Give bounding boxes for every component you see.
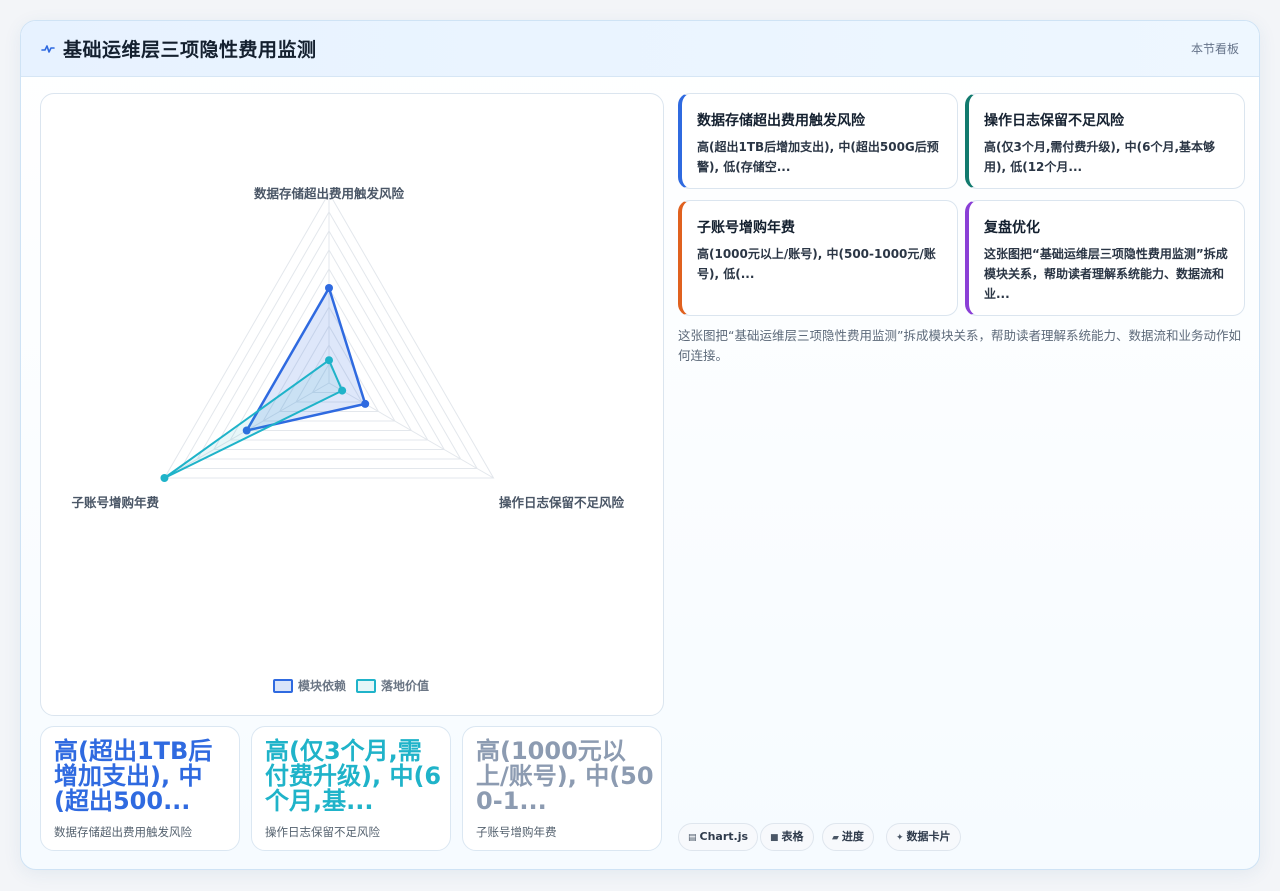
- kpi-value: 高(1000元以上/账号), 中(500-1...: [476, 737, 654, 815]
- radar-data-point: [160, 474, 169, 482]
- tag-chartjs[interactable]: ▤ Chart.js: [678, 823, 759, 851]
- tag-label: 数据卡片: [906, 830, 951, 843]
- tag-data-cards[interactable]: ✦ 数据卡片: [886, 823, 961, 851]
- card-title: 数据存储超出费用触发风险: [697, 113, 865, 129]
- chart-description: 这张图把“基础运维层三项隐性费用监测”拆成模块关系，帮助读者理解系统能力、数据流…: [678, 328, 1241, 363]
- card-desc: 高(超出1TB后增加支出), 中(超出500G后预警), 低(存储空...: [697, 140, 939, 174]
- progress-icon: ▰: [832, 833, 839, 843]
- radar-axis-label: 子账号增购年费: [71, 495, 159, 510]
- tag-label: 进度: [841, 830, 864, 843]
- card-title: 子账号增购年费: [697, 220, 795, 236]
- kpi-card-log: 高(仅3个月,需付费升级), 中(6个月,基... 操作日志保留不足风险: [251, 726, 451, 851]
- pulse-icon: [41, 45, 55, 53]
- kpi-card-subaccount: 高(1000元以上/账号), 中(500-1... 子账号增购年费: [462, 726, 662, 851]
- sparkle-icon: ✦: [896, 833, 904, 843]
- card-desc: 这张图把“基础运维层三项隐性费用监测”拆成模块关系，帮助读者理解系统能力、数据流…: [984, 247, 1228, 301]
- legend-swatch: [273, 679, 293, 693]
- table-icon: ■: [770, 833, 779, 843]
- radar-data-point: [325, 284, 333, 292]
- info-card-log[interactable]: 操作日志保留不足风险 高(仅3个月,需付费升级), 中(6个月,基本够用), 低…: [965, 93, 1245, 189]
- radar-series-area: [163, 359, 344, 479]
- radar-chart-container: 数据存储超出费用触发风险操作日志保留不足风险 子账号增购年费 模块依赖 落地价值: [40, 93, 664, 716]
- section-header: 基础运维层三项隐性费用监测 本节看板: [21, 21, 1259, 77]
- radar-axis-label: 操作日志保留不足风险: [499, 495, 625, 510]
- radar-axis-label: 数据存储超出费用触发风险: [253, 186, 405, 201]
- radar-data-point: [325, 356, 333, 365]
- kpi-label: 子账号增购年费: [476, 825, 557, 839]
- legend-swatch: [356, 679, 376, 693]
- card-desc: 高(仅3个月,需付费升级), 中(6个月,基本够用), 低(12个月...: [984, 140, 1216, 174]
- tag-progress[interactable]: ▰ 进度: [822, 823, 874, 851]
- kpi-value: 高(仅3个月,需付费升级), 中(6个月,基...: [265, 737, 442, 815]
- card-title: 操作日志保留不足风险: [984, 113, 1124, 129]
- kpi-label: 操作日志保留不足风险: [265, 825, 380, 839]
- kpi-card-storage: 高(超出1TB后增加支出), 中(超出500... 数据存储超出费用触发风险: [40, 726, 240, 851]
- legend-label: 落地价值: [381, 678, 429, 693]
- page-title: 基础运维层三项隐性费用监测: [63, 39, 317, 61]
- radar-data-point: [361, 399, 370, 408]
- board-link[interactable]: 本节看板: [1191, 40, 1239, 57]
- tag-label: Chart.js: [699, 830, 749, 843]
- radar-data-point: [338, 386, 347, 395]
- card-title: 复盘优化: [984, 220, 1040, 236]
- info-card-subaccount[interactable]: 子账号增购年费 高(1000元以上/账号), 中(500-1000元/账号), …: [678, 200, 958, 316]
- info-card-storage[interactable]: 数据存储超出费用触发风险 高(超出1TB后增加支出), 中(超出500G后预警)…: [678, 93, 958, 189]
- kpi-value: 高(超出1TB后增加支出), 中(超出500...: [54, 737, 213, 815]
- chart-icon: ▤: [688, 833, 697, 843]
- tag-table[interactable]: ■ 表格: [760, 823, 814, 851]
- dashboard-panel: 基础运维层三项隐性费用监测 本节看板 数据存储超出费用触发风险操作日志保留不足风…: [20, 20, 1260, 870]
- card-desc: 高(1000元以上/账号), 中(500-1000元/账号), 低(...: [697, 247, 936, 281]
- tag-label: 表格: [781, 830, 804, 843]
- legend-label: 模块依赖: [298, 678, 346, 693]
- info-card-review[interactable]: 复盘优化 这张图把“基础运维层三项隐性费用监测”拆成模块关系，帮助读者理解系统能…: [965, 200, 1245, 316]
- kpi-label: 数据存储超出费用触发风险: [54, 825, 192, 839]
- radar-chart: 数据存储超出费用触发风险操作日志保留不足风险 子账号增购年费 模块依赖 落地价值: [71, 186, 625, 693]
